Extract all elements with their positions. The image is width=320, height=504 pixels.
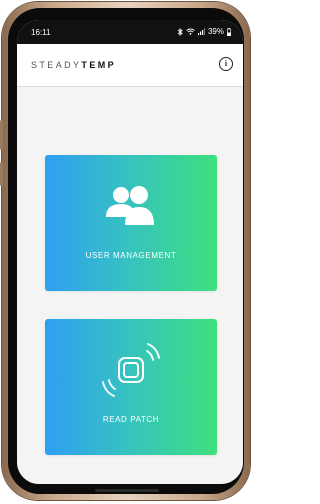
battery-icon	[227, 27, 231, 36]
wifi-icon	[186, 28, 195, 35]
nfc-patch-icon	[99, 341, 163, 404]
user-management-button[interactable]: USER MANAGEMENT	[45, 155, 217, 291]
users-icon	[102, 183, 160, 232]
home-indicator[interactable]	[95, 489, 159, 492]
user-management-label: USER MANAGEMENT	[85, 251, 177, 260]
brand-light-text: STEADY	[31, 60, 82, 70]
phone-power-button	[0, 162, 3, 186]
bluetooth-icon	[177, 27, 183, 36]
app-logo: STEADYTEMP	[31, 60, 116, 70]
app-bar: STEADYTEMP i	[17, 44, 243, 87]
status-bar: 16:11 39%	[17, 20, 243, 44]
brand-bold-text: TEMP	[81, 60, 117, 70]
main-content: USER MANAGEMENT READ PATCH	[17, 87, 243, 484]
info-icon[interactable]: i	[219, 57, 233, 71]
app-screen: 16:11 39% STEADYTEMP i USER MANAGEMENT R…	[17, 20, 243, 484]
read-patch-label: READ PATCH	[102, 415, 160, 424]
status-icons: 39%	[177, 27, 231, 36]
battery-percent: 39%	[207, 27, 224, 36]
read-patch-button[interactable]: READ PATCH	[45, 319, 217, 455]
phone-volume-button	[0, 120, 3, 150]
signal-icon	[197, 28, 205, 35]
status-time: 16:11	[31, 28, 51, 37]
